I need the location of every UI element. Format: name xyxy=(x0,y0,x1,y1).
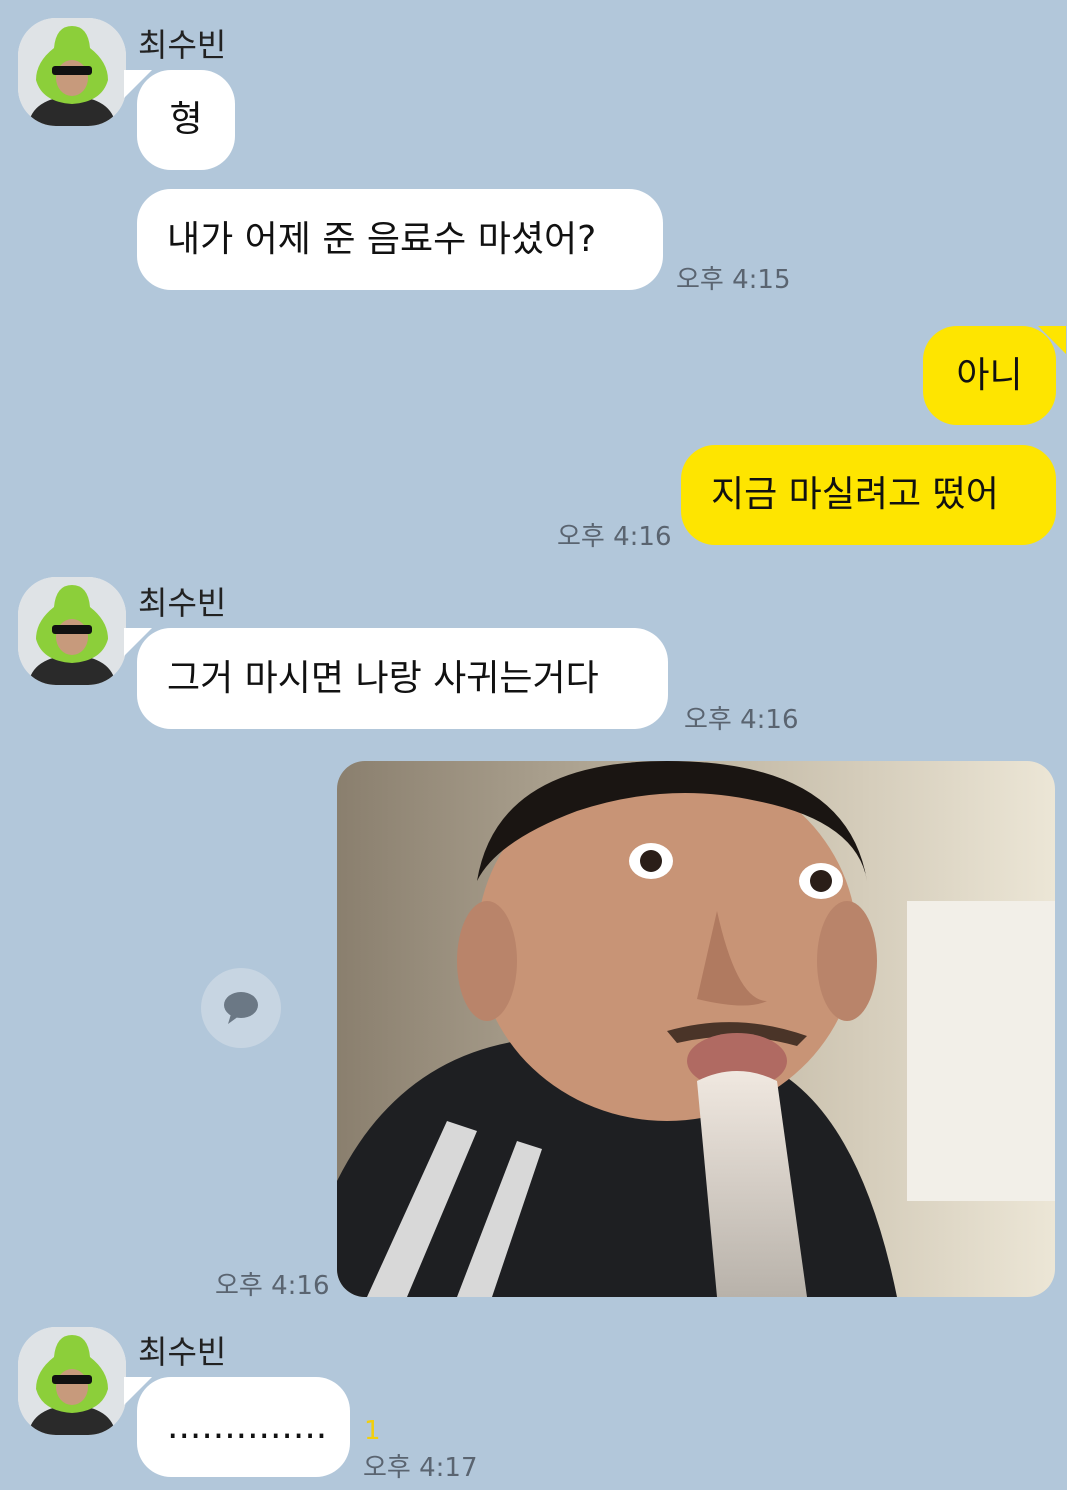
photo-message[interactable] xyxy=(337,761,1055,1297)
unread-count: 1 xyxy=(364,1416,381,1446)
message-time: 오후 4:16 xyxy=(684,705,799,735)
photo-image xyxy=(337,761,1055,1297)
message-text: 형 xyxy=(169,99,203,141)
speech-bubble-icon xyxy=(224,992,258,1024)
sender-avatar[interactable] xyxy=(18,1327,126,1435)
message-text: 그거 마시면 나랑 사귀는거다 xyxy=(167,657,599,699)
message-bubble[interactable]: 지금 마실려고 떴어 xyxy=(681,445,1056,545)
avatar-image xyxy=(18,577,126,685)
sender-name: 최수빈 xyxy=(138,584,227,622)
sender-avatar[interactable] xyxy=(18,18,126,126)
message-bubble[interactable]: 형 xyxy=(137,70,235,170)
sender-name: 최수빈 xyxy=(138,1333,227,1371)
message-text: 내가 어제 준 음료수 마셨어? xyxy=(167,218,597,260)
message-bubble[interactable]: 그거 마시면 나랑 사귀는거다 xyxy=(137,628,668,729)
sender-name: 최수빈 xyxy=(138,26,227,64)
sender-avatar[interactable] xyxy=(18,577,126,685)
message-bubble[interactable]: .............. xyxy=(137,1377,350,1477)
message-time: 오후 4:17 xyxy=(363,1453,478,1483)
share-button[interactable] xyxy=(201,968,281,1048)
message-text: 지금 마실려고 떴어 xyxy=(711,474,999,516)
avatar-image xyxy=(18,18,126,126)
message-time: 오후 4:15 xyxy=(676,265,791,295)
message-bubble[interactable]: 내가 어제 준 음료수 마셨어? xyxy=(137,189,663,290)
message-time: 오후 4:16 xyxy=(557,522,672,552)
message-text: 아니 xyxy=(956,354,1023,396)
message-text: .............. xyxy=(167,1406,328,1448)
avatar-image xyxy=(18,1327,126,1435)
message-bubble[interactable]: 아니 xyxy=(923,326,1056,425)
message-time: 오후 4:16 xyxy=(215,1271,330,1301)
